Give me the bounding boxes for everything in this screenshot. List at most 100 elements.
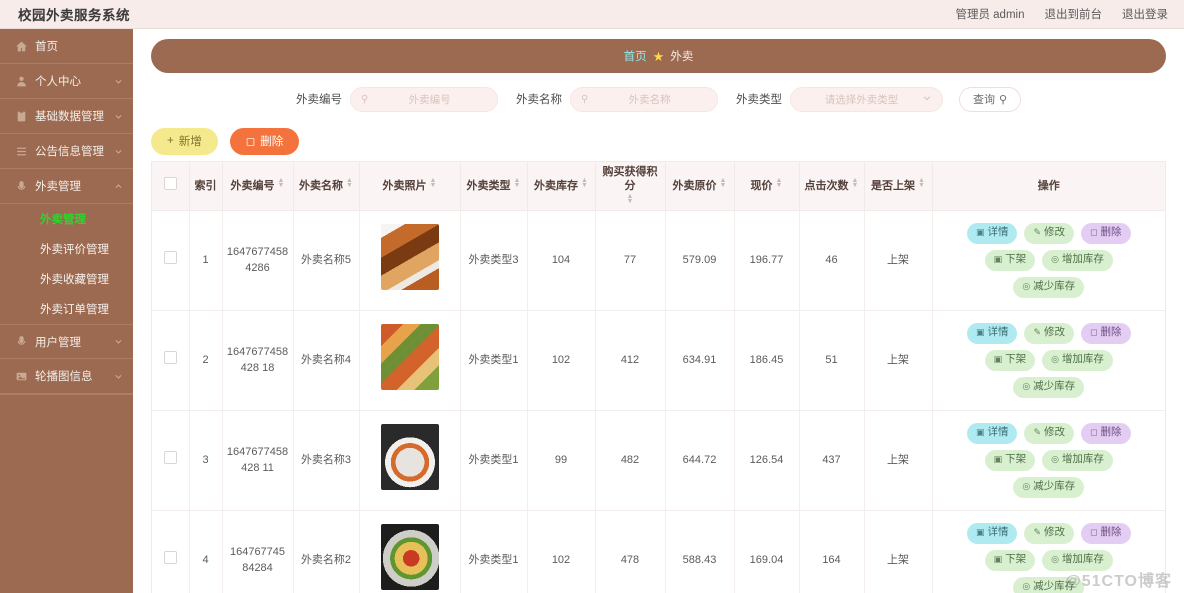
detail-button[interactable]: ▣ 详情 [966, 422, 1018, 444]
detail-button[interactable]: ▣ 详情 [966, 522, 1018, 544]
th-onshelf-label: 是否上架 [871, 179, 916, 192]
detail-button-label: 详情 [987, 426, 1009, 439]
row-delete-button[interactable]: ◻ 删除 [1081, 222, 1131, 244]
edit-button[interactable]: ✎ 修改 [1024, 222, 1075, 244]
th-type[interactable]: 外卖类型 ▲ ▼ [460, 162, 528, 211]
breadcrumb-home-link[interactable]: 首页 [624, 48, 647, 64]
takeout-thumbnail[interactable] [380, 524, 439, 591]
cell-points: 482 [595, 410, 666, 511]
sidebar-subitem-takeout-review[interactable]: 外卖评价管理 [0, 234, 133, 264]
row-delete-button[interactable]: ◻ 删除 [1081, 422, 1131, 444]
offshelf-button[interactable]: ▣ 下架 [984, 349, 1036, 371]
delete-button[interactable]: ◻ 删除 [229, 127, 300, 155]
sidebar-subitem-takeout-order[interactable]: 外卖订单管理 [0, 294, 133, 324]
sidebar-filler [0, 394, 133, 593]
row-delete-button-label: 删除 [1100, 526, 1122, 539]
exit-to-frontend-link[interactable]: 退出到前台 [1045, 6, 1103, 22]
row-checkbox[interactable] [163, 450, 177, 464]
table-toolbar: + 新增 ◻ 删除 [151, 119, 1166, 161]
th-name[interactable]: 外卖名称 ▲ ▼ [293, 162, 360, 211]
sidebar-item-takeout[interactable]: 外卖管理 [0, 169, 133, 204]
th-price[interactable]: 现价 ▲ ▼ [734, 162, 800, 211]
chevron-down-icon [114, 372, 123, 381]
edit-button[interactable]: ✎ 修改 [1024, 422, 1075, 444]
cell-name: 外卖名称2 [293, 510, 360, 593]
cell-operations: ▣ 详情 ✎ 修改 ◻ 删除 ▣ 下架 ◎ 增加库存 ◎ 减少库存 [932, 210, 1165, 311]
star-icon: ★ [652, 48, 665, 64]
table-header-row: 索引 外卖编号 ▲ ▼ 外卖名称 ▲ ▼ 外卖照片 ▲ ▼ 外卖类型 ▲ ▼ 外… [152, 162, 1165, 211]
detail-button[interactable]: ▣ 详情 [966, 322, 1018, 344]
row-checkbox[interactable] [163, 350, 177, 364]
th-code[interactable]: 外卖编号 ▲ ▼ [222, 162, 294, 211]
sort-icon[interactable]: ▲ ▼ [581, 177, 588, 191]
decrease-stock-button[interactable]: ◎ 减少库存 [1013, 276, 1085, 298]
trash-icon: ◻ [245, 136, 256, 148]
th-stock[interactable]: 外卖库存 ▲ ▼ [527, 162, 596, 211]
select-all-checkbox[interactable] [163, 177, 177, 191]
sort-icon[interactable]: ▲ ▼ [776, 177, 783, 191]
th-points[interactable]: 购买获得积分 ▲ ▼ [595, 162, 666, 211]
sidebar-subitem-takeout-favorite[interactable]: 外卖收藏管理 [0, 264, 133, 294]
th-origprice[interactable]: 外卖原价 ▲ ▼ [665, 162, 735, 211]
pencil-icon: ✎ [1033, 427, 1042, 438]
sidebar-item-user-manage[interactable]: 用户管理 [0, 324, 133, 359]
decrease-stock-button[interactable]: ◎ 减少库存 [1013, 576, 1085, 593]
increase-stock-button[interactable]: ◎ 增加库存 [1042, 249, 1113, 271]
detail-button[interactable]: ▣ 详情 [966, 222, 1018, 244]
increase-stock-button[interactable]: ◎ 增加库存 [1042, 449, 1113, 471]
cell-onshelf: 上架 [864, 410, 933, 511]
row-delete-button[interactable]: ◻ 删除 [1081, 522, 1131, 544]
add-button[interactable]: + 新增 [151, 127, 218, 155]
edit-button[interactable]: ✎ 修改 [1024, 322, 1075, 344]
sort-icon[interactable]: ▲ ▼ [852, 177, 859, 191]
sort-icon[interactable]: ▲ ▼ [346, 177, 353, 191]
sort-icon[interactable]: ▲ ▼ [278, 177, 285, 191]
logout-link[interactable]: 退出登录 [1122, 6, 1168, 22]
increase-stock-button-label: 增加库存 [1061, 453, 1104, 466]
cell-points: 77 [595, 210, 666, 311]
sidebar-item-carousel-label: 轮播图信息 [35, 371, 93, 383]
edit-button-label: 修改 [1044, 526, 1066, 539]
row-checkbox[interactable] [163, 250, 177, 264]
takeout-thumbnail[interactable] [380, 324, 439, 391]
th-operations-label: 操作 [1037, 179, 1060, 192]
row-delete-button[interactable]: ◻ 删除 [1081, 322, 1131, 344]
offshelf-button[interactable]: ▣ 下架 [984, 549, 1036, 571]
trash-icon: ◻ [1090, 527, 1098, 538]
search-filter-bar: 外卖编号 ⚲ 外卖编号 外卖名称 ⚲ 外卖名称 外卖类型 请选择外卖类型 查询 … [151, 73, 1166, 119]
sidebar-item-profile[interactable]: 个人中心 [0, 64, 133, 99]
sidebar-item-home[interactable]: 首页 [0, 29, 133, 64]
detail-button-label: 详情 [987, 526, 1009, 539]
sidebar-item-notice[interactable]: 公告信息管理 [0, 134, 133, 169]
search-input-name[interactable]: ⚲ 外卖名称 [569, 86, 718, 112]
offshelf-button[interactable]: ▣ 下架 [984, 249, 1036, 271]
cell-type: 外卖类型1 [460, 310, 528, 411]
takeout-thumbnail[interactable] [380, 224, 439, 291]
th-photo[interactable]: 外卖照片 ▲ ▼ [359, 162, 461, 211]
th-clicks[interactable]: 点击次数 ▲ ▼ [799, 162, 865, 211]
search-input-code[interactable]: ⚲ 外卖编号 [349, 86, 498, 112]
sort-icon[interactable]: ▲ ▼ [430, 177, 437, 191]
cell-clicks: 437 [799, 410, 865, 511]
detail-icon: ▣ [975, 527, 985, 538]
increase-stock-button[interactable]: ◎ 增加库存 [1042, 549, 1113, 571]
sort-icon[interactable]: ▲ ▼ [627, 193, 634, 207]
takeout-type-select[interactable]: 请选择外卖类型 [789, 86, 943, 112]
takeout-thumbnail[interactable] [380, 424, 439, 491]
sidebar-item-basic-data[interactable]: 基础数据管理 [0, 99, 133, 134]
sidebar-subitem-takeout-manage[interactable]: 外卖管理 [0, 204, 133, 234]
sort-icon[interactable]: ▲ ▼ [918, 177, 925, 191]
decrease-stock-button[interactable]: ◎ 减少库存 [1013, 476, 1085, 498]
sidebar-item-carousel[interactable]: 轮播图信息 [0, 359, 133, 394]
decrease-stock-button[interactable]: ◎ 减少库存 [1013, 376, 1085, 398]
row-checkbox[interactable] [163, 550, 177, 564]
search-submit-button[interactable]: 查询 ⚲ [958, 86, 1022, 112]
th-onshelf[interactable]: 是否上架 ▲ ▼ [864, 162, 933, 211]
edit-button[interactable]: ✎ 修改 [1024, 522, 1075, 544]
sort-icon[interactable]: ▲ ▼ [720, 177, 727, 191]
increase-stock-button[interactable]: ◎ 增加库存 [1042, 349, 1113, 371]
cell-photo [359, 310, 461, 411]
sort-icon[interactable]: ▲ ▼ [514, 177, 521, 191]
offshelf-button[interactable]: ▣ 下架 [984, 449, 1036, 471]
search-icon: ⚲ [580, 93, 589, 105]
